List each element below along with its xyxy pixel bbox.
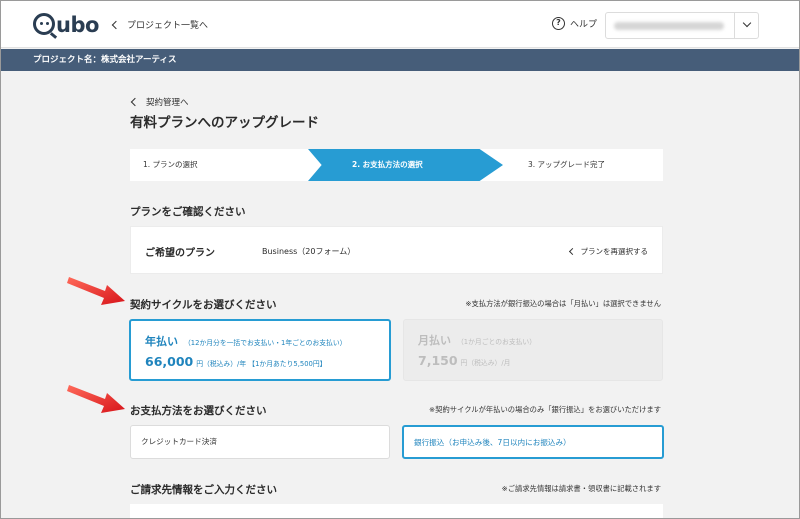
chevron-left-icon: [111, 20, 121, 29]
monthly-price: 7,150: [418, 353, 458, 368]
chevron-left-icon: [568, 247, 576, 256]
reselect-plan-link[interactable]: プランを再選択する: [568, 246, 649, 257]
cycle-section-title: 契約サイクルをお選びください: [130, 299, 277, 311]
qubo-logo[interactable]: ubo: [33, 13, 99, 37]
annotation-arrow-icon: [67, 277, 125, 305]
cycle-section-note: ※支払方法が銀行振込の場合は「月払い」は選択できません: [465, 299, 661, 308]
step-payment-method: 2. お支払方法の選択: [352, 160, 423, 169]
project-list-link[interactable]: プロジェクト一覧へ: [111, 18, 209, 31]
question-circle-icon: ?: [552, 17, 565, 30]
annotation-arrow-icon: [67, 385, 125, 413]
billing-section-note: ※ご請求先情報は請求書・領収書に記載されます: [501, 484, 661, 493]
billing-form-card: [130, 504, 663, 518]
app-header: ubo プロジェクト一覧へ ? ヘルプ: [1, 1, 799, 48]
payment-option-bank-transfer[interactable]: 銀行振込（お申込み後、7日以内にお振込み）: [402, 425, 664, 459]
payment-option-credit-card[interactable]: クレジットカード決済: [130, 425, 390, 459]
desired-plan-label: ご希望のプラン: [145, 248, 215, 259]
page-title: 有料プランへのアップグレード: [130, 115, 319, 131]
contract-management-label: 契約管理へ: [146, 98, 189, 108]
annual-price: 66,000: [145, 354, 194, 369]
step-upgrade-complete: 3. アップグレード完了: [528, 160, 606, 169]
project-name-bar: プロジェクト名：株式会社アーティス: [1, 49, 799, 71]
monthly-unit: 円（税込み）/月: [460, 359, 511, 367]
plan-summary-card: ご希望のプラン Business（20フォーム） プランを再選択する: [130, 226, 663, 274]
account-menu[interactable]: [605, 12, 759, 39]
payment-section-note: ※契約サイクルが年払いの場合のみ「銀行振込」をお選びいただけます: [429, 405, 661, 414]
billing-section-title: ご請求先情報をご入力ください: [130, 484, 277, 496]
desired-plan-value: Business（20フォーム）: [262, 247, 356, 256]
step-plan-selection: 1. プランの選択: [143, 160, 198, 169]
cycle-option-annual[interactable]: 年払い （12か月分を一括でお支払い・1年ごとのお支払い） 66,000 円（税込み…: [129, 319, 391, 381]
payment-section-title: お支払方法をお選びください: [130, 405, 267, 417]
q-logo-icon: [33, 13, 55, 35]
annual-desc: （12か月分を一括でお支払い・1年ごとのお支払い）: [184, 339, 347, 347]
help-link[interactable]: ? ヘルプ: [552, 17, 597, 30]
monthly-desc: （1か月ごとのお支払い）: [457, 338, 537, 346]
account-menu-divider: [734, 13, 735, 38]
project-list-link-label: プロジェクト一覧へ: [127, 21, 209, 31]
plan-section-title: プランをご確認ください: [130, 206, 246, 218]
help-label: ヘルプ: [570, 20, 598, 30]
annual-unit: 円（税込み）/年 【1か月あたり5,500円】: [196, 360, 327, 368]
annual-name: 年払い: [145, 335, 178, 348]
chevron-left-icon: [130, 97, 140, 107]
chevron-down-icon[interactable]: [742, 18, 752, 28]
reselect-plan-label: プランを再選択する: [580, 247, 649, 256]
progress-stepper: 1. プランの選択 2. お支払方法の選択 3. アップグレード完了: [130, 149, 663, 181]
browser-frame: ubo プロジェクト一覧へ ? ヘルプ プロジェクト名：株式会社アーティス 契約…: [0, 0, 800, 519]
blurred-account-email: [614, 22, 724, 30]
contract-management-link[interactable]: 契約管理へ: [130, 96, 189, 108]
cycle-option-monthly[interactable]: 月払い （1か月ごとのお支払い） 7,150 円（税込み）/月: [403, 319, 663, 381]
monthly-name: 月払い: [418, 334, 451, 347]
